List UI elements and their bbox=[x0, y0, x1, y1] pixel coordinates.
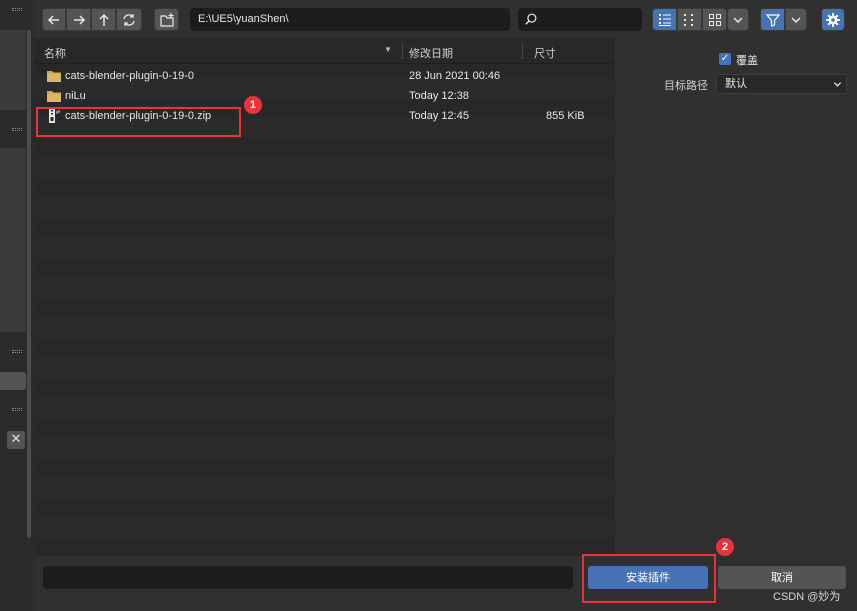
chevron-down-icon bbox=[791, 16, 801, 23]
arrow-left-icon bbox=[47, 14, 59, 25]
list-view-icon bbox=[658, 13, 671, 26]
column-modified[interactable]: 修改日期 bbox=[409, 45, 453, 61]
column-header: 名称 ▼ 修改日期 尺寸 bbox=[34, 38, 614, 64]
folder-icon bbox=[47, 71, 61, 82]
arrow-up-icon bbox=[98, 13, 109, 26]
chevron-down-icon bbox=[733, 16, 743, 23]
thumbnail-view-button[interactable] bbox=[702, 8, 727, 31]
filename-input[interactable] bbox=[43, 566, 573, 589]
refresh-button[interactable] bbox=[116, 8, 142, 31]
file-row-folder[interactable]: cats-blender-plugin-0-19-0 28 Jun 2021 0… bbox=[34, 66, 614, 86]
new-folder-icon bbox=[159, 12, 174, 27]
file-date: Today 12:38 bbox=[409, 90, 469, 102]
sidebar-panel bbox=[0, 148, 26, 332]
filter-settings-dropdown[interactable] bbox=[785, 8, 807, 31]
file-browser-footer: 安装插件 取消 bbox=[34, 556, 857, 611]
target-path-value: 默认 bbox=[725, 77, 747, 90]
display-settings-dropdown[interactable] bbox=[727, 8, 749, 31]
parent-directory-button[interactable] bbox=[91, 8, 116, 31]
cancel-button[interactable]: 取消 bbox=[718, 566, 846, 589]
watermark: CSDN @妙为 bbox=[773, 591, 841, 603]
column-size[interactable]: 尺寸 bbox=[534, 45, 556, 61]
sidebar-panel bbox=[0, 30, 26, 110]
target-path-label: 目标路径 bbox=[664, 79, 708, 92]
annotation-highlight-install bbox=[582, 554, 716, 603]
column-name[interactable]: 名称 bbox=[44, 45, 66, 61]
sidebar-grip[interactable] bbox=[12, 128, 22, 131]
parent-sidebar: ✕ bbox=[0, 0, 34, 611]
file-browser-toolbar: E:\UE5\yuanShen\ bbox=[34, 0, 857, 38]
refresh-icon bbox=[123, 13, 135, 26]
annotation-highlight-zip bbox=[36, 107, 241, 137]
search-icon bbox=[525, 13, 537, 25]
file-date: Today 12:45 bbox=[409, 110, 469, 122]
settings-button[interactable] bbox=[821, 8, 845, 31]
close-icon[interactable]: ✕ bbox=[7, 431, 25, 449]
sort-descending-icon: ▼ bbox=[384, 45, 392, 54]
directory-path-input[interactable]: E:\UE5\yuanShen\ bbox=[190, 8, 510, 31]
overwrite-checkbox[interactable]: ✓ bbox=[719, 53, 731, 65]
horizontal-list-icon bbox=[683, 13, 693, 26]
thumbnail-grid-icon bbox=[708, 13, 721, 26]
overwrite-label[interactable]: 覆盖 bbox=[736, 52, 758, 68]
file-row-folder[interactable]: niLu Today 12:38 bbox=[34, 86, 614, 106]
vertical-list-view-button[interactable] bbox=[652, 8, 677, 31]
chevron-down-icon bbox=[833, 82, 842, 87]
file-name: cats-blender-plugin-0-19-0 bbox=[65, 70, 195, 82]
annotation-badge: 2 bbox=[716, 538, 734, 556]
sidebar-grip[interactable] bbox=[12, 8, 22, 11]
column-divider[interactable] bbox=[402, 42, 403, 59]
file-name: niLu bbox=[65, 90, 86, 102]
arrow-right-icon bbox=[73, 14, 85, 25]
sidebar-grip[interactable] bbox=[12, 350, 22, 353]
filter-funnel-icon bbox=[765, 13, 780, 27]
new-folder-button[interactable] bbox=[154, 8, 179, 31]
filter-toggle-button[interactable] bbox=[760, 8, 785, 31]
target-path-select[interactable]: 默认 bbox=[716, 74, 847, 94]
folder-icon bbox=[47, 91, 61, 102]
horizontal-list-view-button[interactable] bbox=[677, 8, 702, 31]
scrollbar[interactable] bbox=[27, 30, 31, 538]
gear-icon bbox=[826, 12, 840, 27]
sidebar-button[interactable] bbox=[0, 372, 26, 390]
forward-button[interactable] bbox=[66, 8, 91, 31]
sidebar-grip[interactable] bbox=[12, 408, 22, 411]
file-size: 855 KiB bbox=[546, 110, 585, 122]
search-input[interactable] bbox=[518, 8, 642, 31]
column-divider[interactable] bbox=[522, 42, 523, 59]
file-date: 28 Jun 2021 00:46 bbox=[409, 70, 501, 82]
back-button[interactable] bbox=[42, 8, 66, 31]
annotation-badge: 1 bbox=[244, 96, 262, 114]
operator-options-panel: ✓ 覆盖 目标路径 默认 bbox=[614, 38, 857, 556]
